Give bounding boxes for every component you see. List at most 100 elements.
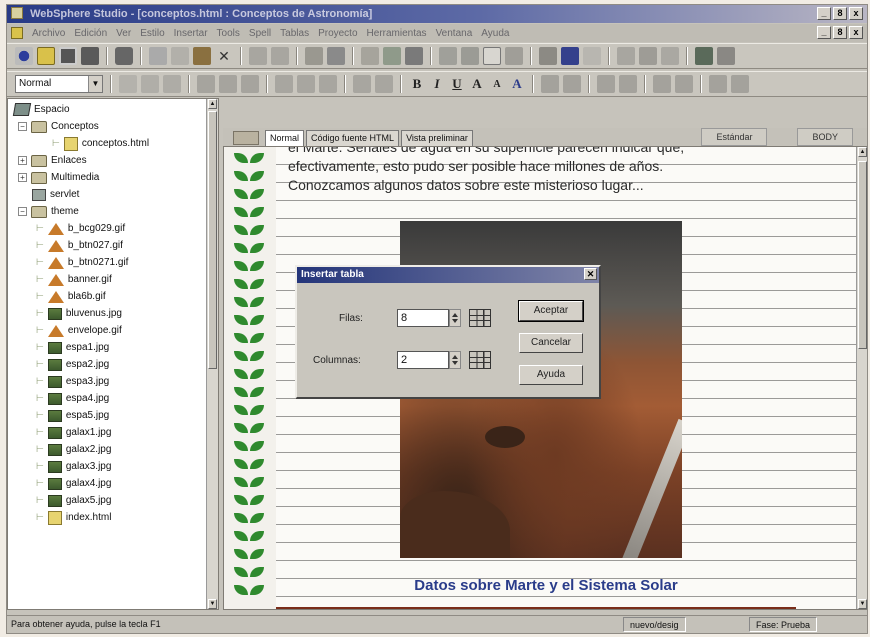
- scroll-up-icon[interactable]: ▲: [208, 99, 217, 109]
- insert-table-icon[interactable]: [541, 75, 559, 93]
- menu-edicion[interactable]: Edición: [74, 28, 107, 39]
- tree-scrollbar[interactable]: ▲ ▼: [206, 99, 218, 609]
- find-icon[interactable]: [361, 47, 379, 65]
- delete-row-icon[interactable]: [653, 75, 671, 93]
- undo-icon[interactable]: [249, 47, 267, 65]
- table-icon[interactable]: [617, 47, 635, 65]
- merge-cells-icon[interactable]: [319, 75, 337, 93]
- insert-row-icon[interactable]: [275, 75, 293, 93]
- tree-item[interactable]: ⊢ b_bcg029.gif: [36, 220, 125, 237]
- indent-icon[interactable]: [163, 75, 181, 93]
- tree-item[interactable]: ⊢ envelope.gif: [36, 322, 122, 339]
- save-icon[interactable]: [59, 47, 77, 65]
- scroll-down-icon[interactable]: ▼: [208, 599, 217, 609]
- menu-ayuda[interactable]: Ayuda: [481, 28, 509, 39]
- tree-item[interactable]: ⊢ espa5.jpg: [36, 407, 109, 424]
- menu-estilo[interactable]: Estilo: [140, 28, 164, 39]
- applet-icon[interactable]: [717, 47, 735, 65]
- monitor-icon[interactable]: [561, 47, 579, 65]
- table-row-icon[interactable]: [563, 75, 581, 93]
- expand-toggle[interactable]: +: [18, 173, 27, 182]
- project-tree[interactable]: Espacio − Conceptos ⊢ conceptos.html + E…: [7, 98, 219, 610]
- check-icon[interactable]: [461, 47, 479, 65]
- source-view-icon[interactable]: [483, 47, 501, 65]
- menu-proyecto[interactable]: Proyecto: [318, 28, 357, 39]
- doc-minimize-button[interactable]: _: [817, 26, 831, 39]
- tree-item[interactable]: ⊢ banner.gif: [36, 271, 112, 288]
- delete-col-icon[interactable]: [675, 75, 693, 93]
- menu-ventana[interactable]: Ventana: [436, 28, 473, 39]
- layout-icon[interactable]: [639, 47, 657, 65]
- tree-item[interactable]: ⊢ espa3.jpg: [36, 373, 109, 390]
- open-folder-icon[interactable]: [37, 47, 55, 65]
- tree-item[interactable]: − theme: [18, 203, 79, 220]
- editor-scrollbar[interactable]: ▲ ▼: [856, 147, 867, 609]
- tree-item[interactable]: ⊢ bla6b.gif: [36, 288, 106, 305]
- font-smaller-icon[interactable]: A: [489, 79, 505, 90]
- preview-icon[interactable]: [505, 47, 523, 65]
- delete-icon[interactable]: ✕: [215, 47, 233, 65]
- font-color-icon[interactable]: A: [509, 76, 525, 92]
- tree-item[interactable]: ⊢ galax3.jpg: [36, 458, 111, 475]
- refresh-icon[interactable]: [383, 47, 401, 65]
- tab-preview[interactable]: Vista preliminar: [401, 130, 473, 146]
- doc-restore-button[interactable]: 8: [833, 26, 847, 39]
- table-wizard-icon[interactable]: [731, 75, 749, 93]
- cols-stepper[interactable]: [449, 351, 461, 369]
- menu-herramientas[interactable]: Herramientas: [367, 28, 427, 39]
- maximize-button[interactable]: 8: [833, 7, 847, 20]
- editor-scroll-thumb[interactable]: [858, 161, 867, 349]
- publish-icon[interactable]: [439, 47, 457, 65]
- tab-normal[interactable]: Normal: [265, 130, 305, 146]
- align-left-icon[interactable]: [197, 75, 215, 93]
- doc-close-button[interactable]: x: [849, 26, 863, 39]
- tree-item[interactable]: − Conceptos: [18, 118, 99, 135]
- browser-icon[interactable]: [405, 47, 423, 65]
- split-cell-icon[interactable]: [353, 75, 371, 93]
- rows-stepper[interactable]: [449, 309, 461, 327]
- scroll-up-icon[interactable]: ▲: [858, 147, 867, 157]
- rows-input[interactable]: 8: [397, 309, 449, 327]
- data-table-header[interactable]: [276, 607, 796, 609]
- save-all-icon[interactable]: [81, 47, 99, 65]
- tree-item[interactable]: ⊢ galax2.jpg: [36, 441, 111, 458]
- tree-item[interactable]: ⊢ galax1.jpg: [36, 424, 111, 441]
- link-icon[interactable]: [305, 47, 323, 65]
- align-right-icon[interactable]: [241, 75, 259, 93]
- paragraph-style-select[interactable]: Normal ▼: [15, 75, 103, 93]
- menu-insertar[interactable]: Insertar: [174, 28, 208, 39]
- tree-item[interactable]: ⊢ conceptos.html: [52, 135, 149, 152]
- print-icon[interactable]: [115, 47, 133, 65]
- scroll-down-icon[interactable]: ▼: [858, 599, 867, 609]
- insert-col-icon[interactable]: [297, 75, 315, 93]
- cancel-button[interactable]: Cancelar: [519, 333, 583, 353]
- italic-icon[interactable]: I: [429, 76, 445, 92]
- menu-tools[interactable]: Tools: [217, 28, 240, 39]
- expand-toggle[interactable]: +: [18, 156, 27, 165]
- font-larger-icon[interactable]: A: [469, 76, 485, 92]
- menu-ver[interactable]: Ver: [116, 28, 131, 39]
- cell-props-icon[interactable]: [375, 75, 393, 93]
- tab-source[interactable]: Código fuente HTML: [306, 130, 400, 146]
- tree-item[interactable]: ⊢ galax4.jpg: [36, 475, 111, 492]
- tree-item[interactable]: + Enlaces: [18, 152, 87, 169]
- tree-item[interactable]: ⊢ index.html: [36, 509, 111, 526]
- tree-item[interactable]: ⊢ bluvenus.jpg: [36, 305, 122, 322]
- bold-icon[interactable]: B: [409, 76, 425, 92]
- tree-root[interactable]: Espacio: [12, 101, 70, 118]
- cut-icon[interactable]: [149, 47, 167, 65]
- tree-item[interactable]: ⊢ espa4.jpg: [36, 390, 109, 407]
- underline-icon[interactable]: U: [449, 76, 465, 92]
- body-text[interactable]: el Marte. Señales de agua en su superfic…: [288, 147, 684, 195]
- tree-scroll-thumb[interactable]: [208, 111, 217, 369]
- cols-input[interactable]: 2: [397, 351, 449, 369]
- line-icon[interactable]: [583, 47, 601, 65]
- edit-icon[interactable]: [539, 47, 557, 65]
- bullet-list-icon[interactable]: [119, 75, 137, 93]
- frame-icon[interactable]: [661, 47, 679, 65]
- align-center-icon[interactable]: [219, 75, 237, 93]
- redo-icon[interactable]: [271, 47, 289, 65]
- dialog-close-button[interactable]: ✕: [584, 268, 597, 280]
- tree-item[interactable]: ⊢ b_btn0271.gif: [36, 254, 128, 271]
- close-button[interactable]: x: [849, 7, 863, 20]
